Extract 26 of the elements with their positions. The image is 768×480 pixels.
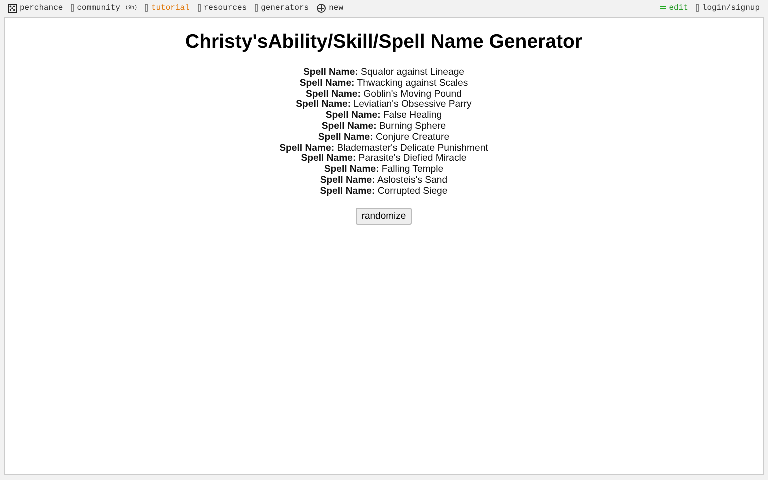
spell-name-line: Spell Name: Parasite's Diefied Miracle — [301, 154, 467, 165]
spell-name-line: Spell Name: Corrupted Siege — [320, 186, 448, 198]
spell-name-line: Spell Name: False Healing — [326, 111, 442, 122]
box-icon — [255, 4, 258, 12]
spell-name-line: Spell Name: Aslosteis's Sand — [320, 176, 448, 187]
plus-circle-icon — [317, 4, 326, 12]
spell-name-line: Spell Name: Burning Sphere — [322, 122, 446, 133]
spell-name-line: Spell Name: Thwacking against Scales — [300, 78, 468, 90]
nav-link[interactable]: new — [317, 4, 344, 12]
box-icon — [696, 4, 700, 12]
spell-name-line: Spell Name: Leviatian's Obsessive Parry — [296, 100, 472, 111]
page-title: Christy'sAbility/Skill/Spell Name Generator — [186, 31, 582, 54]
nav-link[interactable]: resources — [198, 4, 248, 12]
randomize-button[interactable]: randomize — [356, 208, 412, 225]
nav-link[interactable]: perchance — [8, 4, 64, 12]
dice-icon — [8, 4, 17, 12]
spell-name-line: Spell Name: Goblin's Moving Pound — [306, 90, 462, 100]
box-icon — [198, 4, 201, 12]
spell-name-line: Spell Name: Falling Temple — [324, 165, 444, 176]
box-icon — [71, 4, 74, 12]
spell-name-line: Spell Name: Blademaster's Delicate Punishment — [280, 144, 488, 154]
spell-name-line: Spell Name: Conjure Creature — [318, 132, 450, 144]
nav-link[interactable]: generators — [255, 4, 310, 12]
spell-name-line: Spell Name: Squalor against Lineage — [303, 68, 465, 79]
box-icon — [145, 4, 148, 12]
nav-link[interactable]: login/signup — [696, 4, 760, 12]
